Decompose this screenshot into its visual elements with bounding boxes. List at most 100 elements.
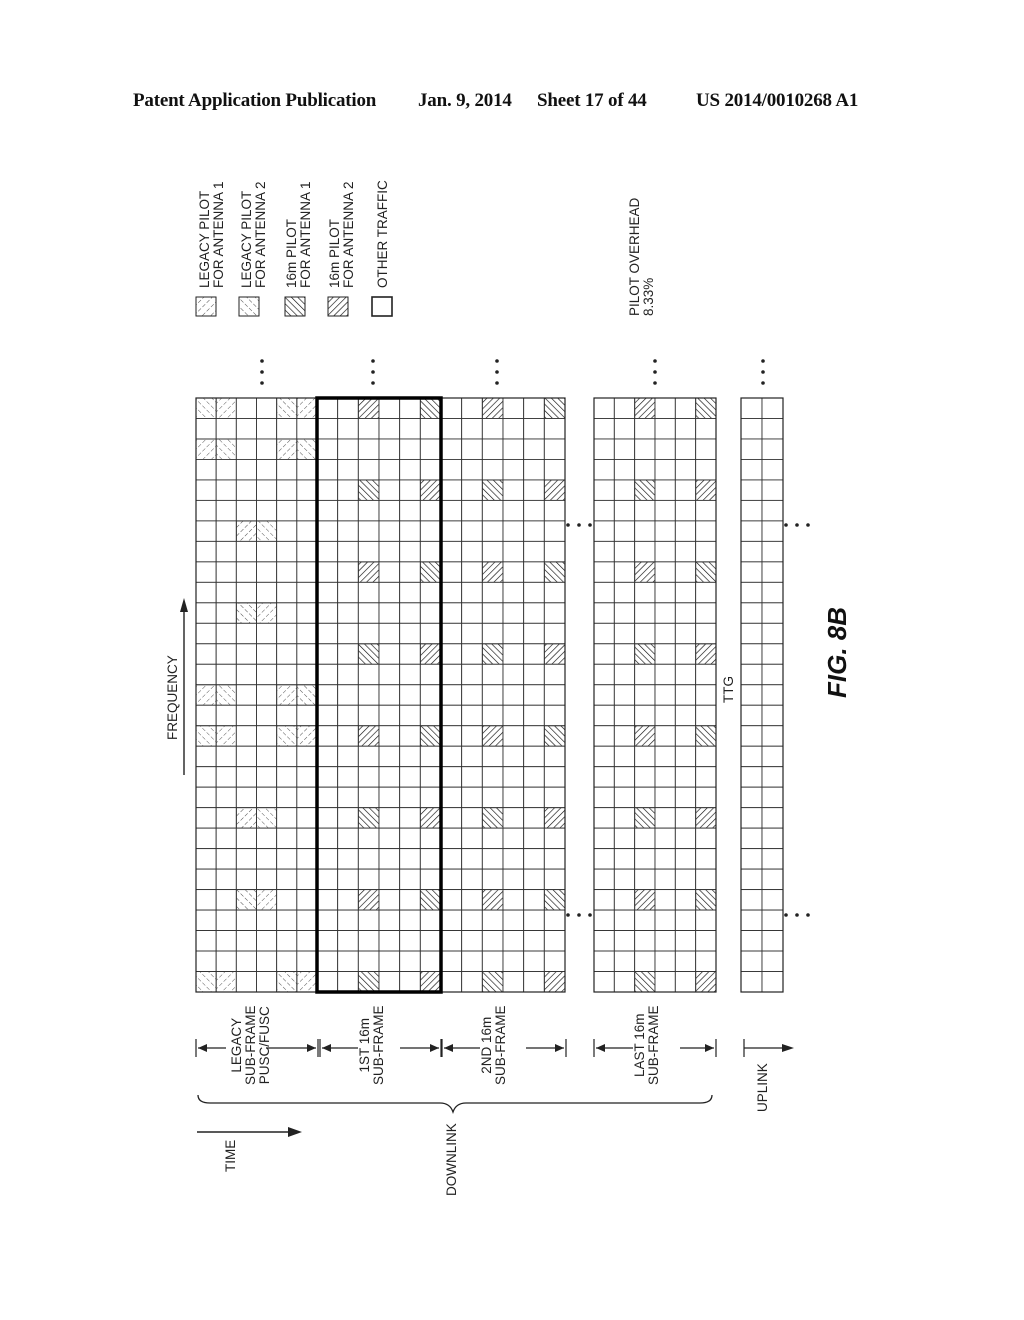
traffic-cell [613,561,636,583]
traffic-cell [695,663,717,686]
traffic-cell [593,479,615,501]
traffic-cell [674,950,697,972]
traffic-cell [256,909,278,932]
pilot-cell [215,971,237,993]
traffic-cell [440,786,463,809]
traffic-cell [740,909,763,932]
pilot-cell [543,561,566,583]
traffic-cell [276,704,298,727]
traffic-cell [195,786,217,809]
traffic-cell [481,663,504,686]
traffic-cell [440,704,463,727]
traffic-cell [419,909,442,932]
traffic-cell [440,438,463,460]
traffic-cell [235,827,257,850]
traffic-cell [740,868,763,891]
traffic-cell [481,438,504,460]
traffic-cell [523,520,545,542]
traffic-cell [740,643,763,665]
traffic-cell [276,581,298,604]
traffic-cell [357,745,380,768]
traffic-cell [316,520,339,542]
traffic-cell [357,930,380,952]
traffic-cell [276,807,298,829]
traffic-cell [378,950,401,972]
traffic-cell [378,930,401,952]
dim-legacy-arrowhead-icon [198,1044,207,1052]
traffic-cell [613,520,636,542]
subframe-label-last-16m: LAST 16m SUB-FRAME [632,1005,661,1085]
traffic-cell [502,889,525,911]
pilot-cell [695,643,717,665]
traffic-cell [674,725,697,747]
traffic-cell [502,786,525,809]
traffic-cell [523,745,545,768]
ellipsis-dot [260,359,264,363]
traffic-cell [215,745,237,768]
legend-swatch-legacy_ant1 [195,296,217,317]
subframe-grid-last16m [593,397,717,993]
traffic-cell [523,909,545,932]
traffic-cell [399,643,421,665]
traffic-cell [440,561,463,583]
traffic-cell [634,520,656,542]
traffic-cell [235,848,257,870]
pilot-cell [419,725,442,747]
dim-last-16m-arrowhead-icon [596,1044,605,1052]
traffic-cell [461,643,483,665]
ellipsis-dot [260,370,264,374]
traffic-cell [316,971,339,993]
pilot-cell [235,889,257,911]
traffic-cell [276,561,298,583]
traffic-cell [543,950,566,972]
traffic-cell [740,848,763,870]
traffic-cell [523,643,545,665]
traffic-cell [399,499,421,522]
traffic-cell [461,848,483,870]
traffic-cell [740,725,763,747]
pilot-cell [481,889,504,911]
traffic-cell [695,930,717,952]
traffic-cell [276,499,298,522]
traffic-cell [674,520,697,542]
traffic-cell [543,458,566,481]
traffic-cell [740,458,763,481]
traffic-cell [634,540,656,563]
traffic-cell [337,479,359,501]
traffic-cell [215,848,237,870]
traffic-cell [523,807,545,829]
traffic-cell [613,643,636,665]
traffic-cell [761,889,784,911]
traffic-cell [276,540,298,563]
traffic-cell [296,479,318,501]
pilot-cell [634,561,656,583]
traffic-cell [316,786,339,809]
traffic-cell [256,766,278,788]
traffic-cell [523,725,545,747]
traffic-cell [695,684,717,706]
traffic-cell [440,602,463,624]
traffic-cell [215,458,237,481]
traffic-cell [419,581,442,604]
traffic-cell [215,520,237,542]
traffic-cell [523,397,545,419]
traffic-cell [461,725,483,747]
traffic-cell [502,807,525,829]
traffic-cell [634,745,656,768]
traffic-cell [399,438,421,460]
traffic-cell [593,602,615,624]
pilot-cell [276,438,298,460]
traffic-cell [337,438,359,460]
traffic-cell [316,766,339,788]
traffic-cell [593,438,615,460]
pilot-cell [634,397,656,419]
traffic-cell [399,561,421,583]
traffic-cell [695,909,717,932]
traffic-cell [419,950,442,972]
traffic-cell [195,643,217,665]
pilot-cell [481,397,504,419]
traffic-cell [543,848,566,870]
pilot-cell [256,807,278,829]
legend-swatch-legacy_ant2 [238,296,260,317]
ellipsis-dot [761,381,765,385]
